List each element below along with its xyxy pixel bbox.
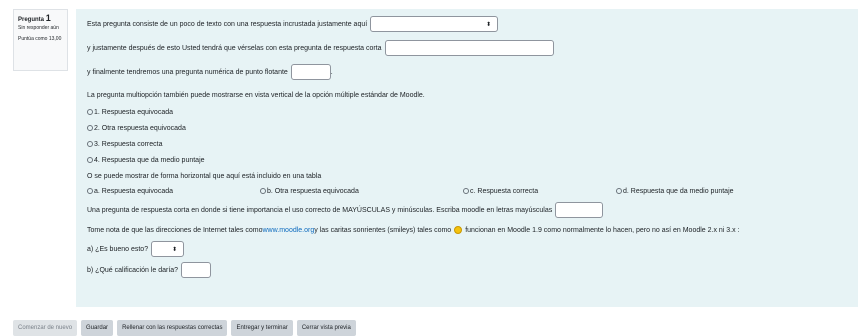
radio-icon[interactable] [87,141,93,147]
line-multichoice-intro: La pregunta multiopción también puede mo… [87,87,425,103]
fill-correct-button[interactable]: Rellenar con las respuestas correctas [117,320,228,336]
embedded-answer-select[interactable]: ⬍ [370,16,499,32]
line-case-sensitive: Una pregunta de respuesta corta en donde… [87,202,604,218]
submit-finish-button[interactable]: Entregar y terminar [231,320,293,336]
numeric-answer-input[interactable] [290,64,331,80]
line-note: Tome nota de que las direcciones de Inte… [87,222,740,238]
question-text-7c: funcionan en Moodle 1.9 como normalmente… [465,226,740,234]
start-again-button[interactable]: Comenzar de nuevo [13,320,78,336]
vertical-option-4[interactable]: 4. Respuesta que da medio puntaje [87,152,205,168]
option-label: 1. Respuesta equivocada [94,108,173,116]
horizontal-option-b[interactable]: b. Otra respuesta equivocada [260,183,359,199]
option-label: c. Respuesta correcta [470,187,539,195]
radio-icon[interactable] [260,188,266,194]
save-button[interactable]: Guardar [81,320,114,336]
moodle-link[interactable]: www.moodle.org [263,227,315,234]
line-numeric: y finalmente tendremos una pregunta numé… [87,64,333,80]
radio-icon[interactable] [87,157,93,163]
question-text-6: Una pregunta de respuesta corta en donde… [87,206,553,214]
radio-icon[interactable] [463,188,469,194]
question-text-5: O se puede mostrar de forma horizontal q… [87,172,322,180]
case-sensitive-input[interactable] [555,202,604,218]
radio-icon[interactable] [616,188,622,194]
radio-icon[interactable] [87,188,93,194]
line-short-answer: y justamente después de esto Usted tendr… [87,40,554,56]
select-caret-icon: ⬍ [486,21,492,28]
line-horizontal-intro: O se puede mostrar de forma horizontal q… [87,168,321,184]
is-good-select[interactable]: ⬍ [151,241,185,257]
question-text-9: b) ¿Qué calificación le daría? [87,266,179,274]
question-text-2: y justamente después de esto Usted tendr… [87,44,382,52]
numeric-punct: . [330,68,333,76]
horizontal-option-a[interactable]: a. Respuesta equivocada [87,183,173,199]
question-state: Sin responder aún [18,25,59,31]
vertical-option-1[interactable]: 1. Respuesta equivocada [87,104,173,120]
smiley-icon [454,226,463,234]
horizontal-option-d[interactable]: d. Respuesta que da medio puntaje [616,183,734,199]
vertical-option-2[interactable]: 2. Otra respuesta equivocada [87,120,186,136]
option-label: a. Respuesta equivocada [94,187,173,195]
question-number: Pregunta 1 [18,13,63,23]
option-label: d. Respuesta que da medio puntaje [623,187,734,195]
question-number-value: 1 [45,13,51,23]
option-label: 2. Otra respuesta equivocada [94,124,186,132]
grade-input[interactable] [181,262,212,278]
line-embedded-select: Esta pregunta consiste de un poco de tex… [87,16,499,32]
question-text-8: a) ¿Es bueno esto? [87,245,149,253]
radio-icon[interactable] [87,125,93,131]
option-label: 4. Respuesta que da medio puntaje [94,156,205,164]
horizontal-option-c[interactable]: c. Respuesta correcta [463,183,538,199]
question-content: Esta pregunta consiste de un poco de tex… [76,9,858,307]
preview-buttons: Comenzar de nuevo Guardar Rellenar con l… [13,320,356,336]
short-answer-input[interactable] [384,40,554,56]
question-text-7a: Tome nota de que las direcciones de Inte… [87,226,263,234]
radio-icon[interactable] [87,109,93,115]
question-grade: Puntúa como 13,00 [18,36,62,42]
question-text-1: Esta pregunta consiste de un poco de tex… [87,20,368,28]
question-info: Pregunta 1 Sin responder aún Puntúa como… [13,9,68,71]
line-is-good: a) ¿Es bueno esto? ⬍ [87,241,185,257]
line-grade: b) ¿Qué calificación le daría? [87,262,212,278]
question-text-3: y finalmente tendremos una pregunta numé… [87,68,288,76]
close-preview-button[interactable]: Cerrar vista previa [296,320,356,336]
option-label: b. Otra respuesta equivocada [267,187,359,195]
question-label: Pregunta [18,17,45,23]
option-label: 3. Respuesta correcta [94,140,163,148]
vertical-option-3[interactable]: 3. Respuesta correcta [87,136,162,152]
question-text-4: La pregunta multiopción también puede mo… [87,91,425,99]
select-caret-icon: ⬍ [172,246,178,253]
question-text-7b: y las caritas sonrientes (smileys) tales… [314,226,452,234]
